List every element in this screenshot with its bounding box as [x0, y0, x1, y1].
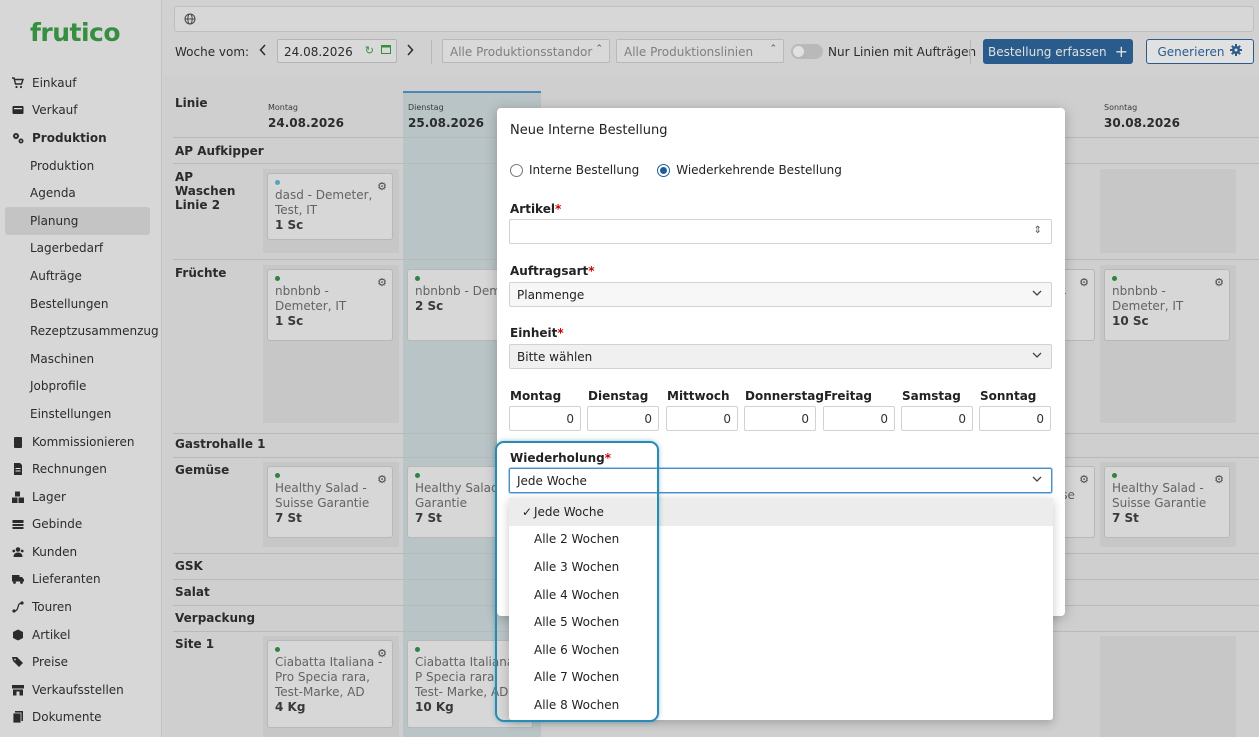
label-text: Einheit	[510, 326, 558, 340]
einheit-select[interactable]: Bitte wählen	[509, 344, 1052, 369]
weekday-label: Dienstag	[588, 389, 649, 403]
label-text: Artikel	[510, 202, 555, 216]
chevron-down-icon	[1032, 350, 1042, 363]
radio-recurring-order[interactable]: Wiederkehrende Bestellung	[657, 163, 842, 177]
qty-input-dienstag[interactable]: 0	[587, 406, 659, 431]
required-mark: *	[554, 202, 562, 216]
focus-highlight-outline	[495, 441, 659, 722]
radio-circle[interactable]	[657, 163, 671, 177]
chevron-down-icon	[1032, 288, 1042, 301]
radio-internal-order[interactable]: Interne Bestellung	[510, 163, 639, 177]
weekday-label: Donnerstag	[745, 389, 824, 403]
select-value: Bitte wählen	[517, 350, 593, 364]
artikel-label: Artikel*	[510, 202, 561, 216]
qty-input-montag[interactable]: 0	[509, 406, 581, 431]
qty-input-samstag[interactable]: 0	[901, 406, 973, 431]
radio-circle[interactable]	[510, 163, 523, 177]
required-mark: *	[557, 326, 564, 340]
weekday-label: Montag	[510, 389, 562, 403]
qty-input-mittwoch[interactable]: 0	[666, 406, 738, 431]
auftragsart-label: Auftragsart*	[510, 264, 595, 278]
qty-input-sonntag[interactable]: 0	[979, 406, 1051, 431]
radio-label: Interne Bestellung	[529, 163, 640, 177]
weekday-label: Mittwoch	[667, 389, 730, 403]
artikel-select[interactable]: ⇕	[509, 219, 1052, 244]
radio-label: Wiederkehrende Bestellung	[676, 163, 842, 177]
chevron-down-icon	[1032, 474, 1042, 487]
weekday-label: Sonntag	[980, 389, 1037, 403]
qty-input-donnerstag[interactable]: 0	[744, 406, 816, 431]
einheit-label: Einheit*	[510, 326, 564, 340]
weekday-label: Freitag	[824, 389, 873, 403]
qty-input-freitag[interactable]: 0	[823, 406, 895, 431]
dialog-title: Neue Interne Bestellung	[510, 123, 668, 138]
required-mark: *	[588, 264, 595, 278]
weekday-label: Samstag	[902, 389, 961, 403]
updown-icon: ⇕	[1033, 225, 1042, 236]
select-value: Planmenge	[517, 288, 585, 302]
order-type-radio-group: Interne Bestellung Wiederkehrende Bestel…	[510, 163, 842, 177]
label-text: Auftragsart	[510, 264, 589, 278]
auftragsart-select[interactable]: Planmenge	[509, 282, 1052, 307]
